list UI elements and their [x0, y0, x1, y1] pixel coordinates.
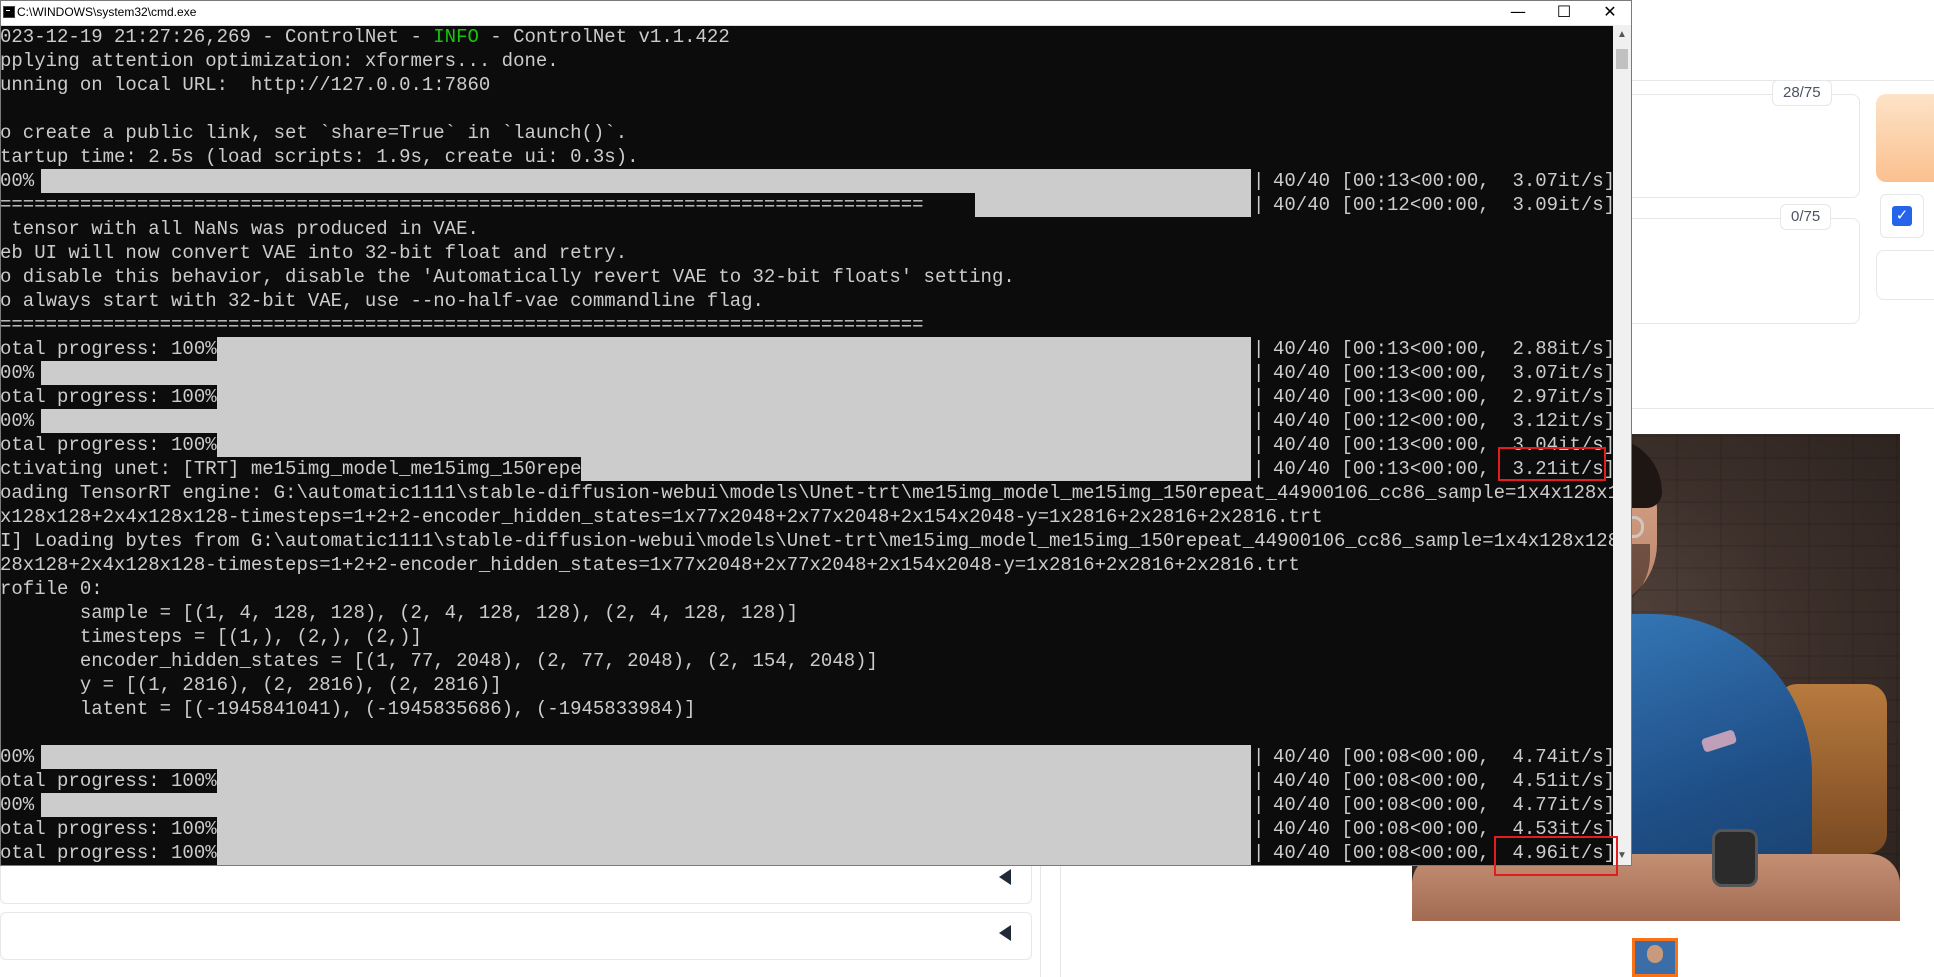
progress-bar	[217, 769, 1251, 793]
webui-divider-2	[1630, 408, 1934, 409]
progress-stats: 40/40 [00:12<00:00, 3.09it/s]	[1273, 194, 1613, 216]
progress-stats: 40/40 [00:13<00:00, 2.97it/s]	[1273, 386, 1613, 408]
progress-bar	[217, 841, 1251, 865]
progress-label: otal progress: 100%	[1, 386, 217, 408]
progress-bar	[581, 457, 1251, 481]
styles-dropdown[interactable]	[1876, 250, 1934, 300]
progress-bar	[217, 385, 1251, 409]
negative-token-counter: 0/75	[1780, 204, 1832, 230]
log-line: 28x128+2x4x128x128-timesteps=1+2+2-encod…	[1, 554, 1300, 576]
progress-label: otal progress: 100%	[1, 842, 217, 864]
edit-icon: ✓	[1892, 206, 1912, 226]
log-line: tartup time: 2.5s (load scripts: 1.9s, c…	[1, 146, 639, 168]
apply-styles-button[interactable]: ✓	[1880, 194, 1924, 238]
progress-stats: 40/40 [00:12<00:00, 3.12it/s]	[1273, 410, 1613, 432]
progress-stats: 40/40 [00:08<00:00, 4.51it/s]	[1273, 770, 1613, 792]
progress-label: otal progress: 100%	[1, 818, 217, 840]
log-line: pplying attention optimization: xformers…	[1, 50, 559, 72]
highlight-box-trt-speed	[1498, 447, 1606, 481]
progress-label: 00%	[1, 170, 35, 192]
progress-label: otal progress: 100%	[1, 338, 217, 360]
cmd-window[interactable]: C:\WINDOWS\system32\cmd.exe — ☐ ✕ 023-12…	[0, 0, 1632, 866]
log-line: sample = [(1, 4, 128, 128), (2, 4, 128, …	[1, 602, 799, 624]
progress-stats: 40/40 [00:13<00:00, 2.88it/s]	[1273, 338, 1613, 360]
separator-line: ========================================…	[1, 314, 924, 336]
log-line: o disable this behavior, disable the 'Au…	[1, 266, 1015, 288]
accordion-row-2[interactable]	[0, 912, 1032, 960]
scroll-thumb[interactable]	[1616, 49, 1628, 69]
caret-left-icon[interactable]	[999, 869, 1011, 885]
log-line: ctivating unet: [TRT] me15img_model_me15…	[1, 458, 605, 480]
negative-prompt-textarea[interactable]	[1594, 218, 1860, 324]
log-line: 023-12-19 21:27:26,269 - ControlNet - IN…	[1, 26, 730, 48]
log-line: x128x128+2x4x128x128-timesteps=1+2+2-enc…	[1, 506, 1323, 528]
log-line: oading TensorRT engine: G:\automatic1111…	[1, 482, 1613, 504]
scroll-down-icon[interactable]: ▼	[1617, 850, 1627, 861]
log-line: I] Loading bytes from G:\automatic1111\s…	[1, 530, 1613, 552]
generate-button[interactable]	[1876, 94, 1934, 182]
prompt-token-counter: 28/75	[1772, 80, 1832, 106]
progress-stats: 40/40 [00:08<00:00, 4.74it/s]	[1273, 746, 1613, 768]
window-title: C:\WINDOWS\system32\cmd.exe	[17, 5, 197, 19]
progress-stats: 40/40 [00:08<00:00, 4.77it/s]	[1273, 794, 1613, 816]
console-output[interactable]: 023-12-19 21:27:26,269 - ControlNet - IN…	[1, 25, 1613, 865]
scroll-up-icon[interactable]: ▲	[1617, 29, 1627, 40]
cmd-icon	[3, 6, 15, 18]
maximize-button[interactable]: ☐	[1541, 1, 1587, 25]
log-line: timesteps = [(1,), (2,), (2,)]	[1, 626, 422, 648]
log-line: latent = [(-1945841041), (-1945835686), …	[1, 698, 696, 720]
progress-label: 00%	[1, 746, 35, 768]
progress-label: otal progress: 100%	[1, 770, 217, 792]
caret-left-icon[interactable]	[999, 925, 1011, 941]
progress-label: 00%	[1, 362, 35, 384]
progress-stats: 40/40 [00:13<00:00, 3.07it/s]	[1273, 170, 1613, 192]
progress-bar	[217, 817, 1251, 841]
progress-label: 00%	[1, 410, 35, 432]
progress-label: otal progress: 100%	[1, 434, 217, 456]
webui-column-divider	[1040, 866, 1041, 977]
vertical-scrollbar[interactable]: ▲ ▼	[1613, 25, 1631, 865]
gallery-thumbnail[interactable]	[1632, 938, 1678, 977]
log-line: rofile 0:	[1, 578, 103, 600]
progress-bar	[217, 433, 1251, 457]
progress-label: 00%	[1, 794, 35, 816]
progress-bar	[41, 409, 1251, 433]
progress-bar	[975, 193, 1251, 217]
log-line: eb UI will now convert VAE into 32-bit f…	[1, 242, 628, 264]
log-line: o create a public link, set `share=True`…	[1, 122, 628, 144]
progress-bar	[41, 361, 1251, 385]
prompt-textarea[interactable]	[1594, 94, 1860, 198]
log-line: unning on local URL: http://127.0.0.1:78…	[1, 74, 491, 96]
minimize-button[interactable]: —	[1495, 1, 1541, 25]
progress-bar	[41, 169, 1251, 193]
progress-bar	[41, 745, 1251, 769]
progress-bar	[217, 337, 1251, 361]
progress-bar	[41, 793, 1251, 817]
log-line: o always start with 32-bit VAE, use --no…	[1, 290, 764, 312]
separator-line: ========================================…	[1, 194, 924, 216]
highlight-box-final-speed	[1494, 836, 1618, 876]
log-line: y = [(1, 2816), (2, 2816), (2, 2816)]	[1, 674, 502, 696]
title-bar[interactable]: C:\WINDOWS\system32\cmd.exe — ☐ ✕	[1, 1, 1631, 26]
close-button[interactable]: ✕	[1587, 1, 1633, 25]
log-line: tensor with all NaNs was produced in VAE…	[1, 218, 479, 240]
webui-column-divider-2	[1060, 866, 1061, 977]
progress-stats: 40/40 [00:13<00:00, 3.07it/s]	[1273, 362, 1613, 384]
log-line: encoder_hidden_states = [(1, 77, 2048), …	[1, 650, 878, 672]
